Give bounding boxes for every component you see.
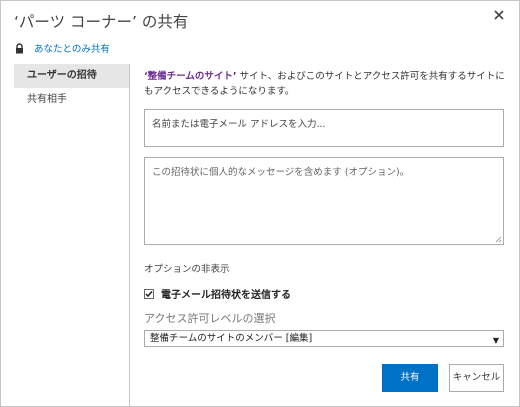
shared-with-only-you-link[interactable]: あなたとのみ共有	[34, 41, 110, 55]
lock-icon	[16, 42, 23, 53]
site-name: ‘整備チームのサイト’	[144, 71, 237, 82]
send-email-option[interactable]: 電子メール招待状を送信する	[144, 286, 291, 301]
permission-level-select[interactable]: 整備チームのサイトのメンバー [編集] ▼	[144, 330, 504, 347]
description-text-line2: もアクセスできるようになります。	[144, 86, 295, 97]
sharing-status: あなたとのみ共有	[14, 41, 110, 55]
invite-panel: ‘整備チームのサイト’ サイト、およびこのサイトとアクセス許可を共有するサイトに…	[144, 64, 506, 392]
dialog-title: ‘パーツ コーナー’ の共有	[14, 13, 189, 31]
nav-invite-people[interactable]: ユーザーの招待	[14, 64, 129, 88]
share-dialog: ‘パーツ コーナー’ の共有 あなたとのみ共有 ユーザーの招待 共有相手 ‘整備…	[0, 0, 520, 407]
hide-options-link[interactable]: オプションの非表示	[144, 261, 230, 275]
personal-message-textarea[interactable]: この招待状に個人的なメッセージを含めます (オプション)。	[144, 157, 504, 245]
checkmark-icon	[145, 290, 153, 297]
send-email-label: 電子メール招待状を送信する	[161, 290, 291, 301]
permission-level-heading: アクセス許可レベルの選択	[144, 312, 276, 325]
description-text-line1: サイト、およびこのサイトとアクセス許可を共有するサイトに	[236, 71, 505, 82]
permission-level-value: 整備チームのサイトのメンバー [編集]	[150, 333, 313, 344]
cancel-button[interactable]: キャンセル	[449, 364, 504, 392]
message-placeholder: この招待状に個人的なメッセージを含めます (オプション)。	[152, 167, 410, 178]
send-email-checkbox[interactable]	[144, 288, 154, 299]
close-icon[interactable]	[492, 8, 506, 22]
share-description: ‘整備チームのサイト’ サイト、およびこのサイトとアクセス許可を共有するサイトに…	[144, 69, 506, 99]
resize-grip-icon[interactable]	[495, 236, 502, 243]
sidebar: ユーザーの招待 共有相手	[14, 64, 130, 406]
dropdown-arrow-icon: ▼	[492, 336, 499, 345]
people-picker-input[interactable]: 名前または電子メール アドレスを入力...	[144, 109, 504, 147]
nav-shared-with[interactable]: 共有相手	[14, 88, 129, 112]
share-button[interactable]: 共有	[382, 364, 438, 392]
